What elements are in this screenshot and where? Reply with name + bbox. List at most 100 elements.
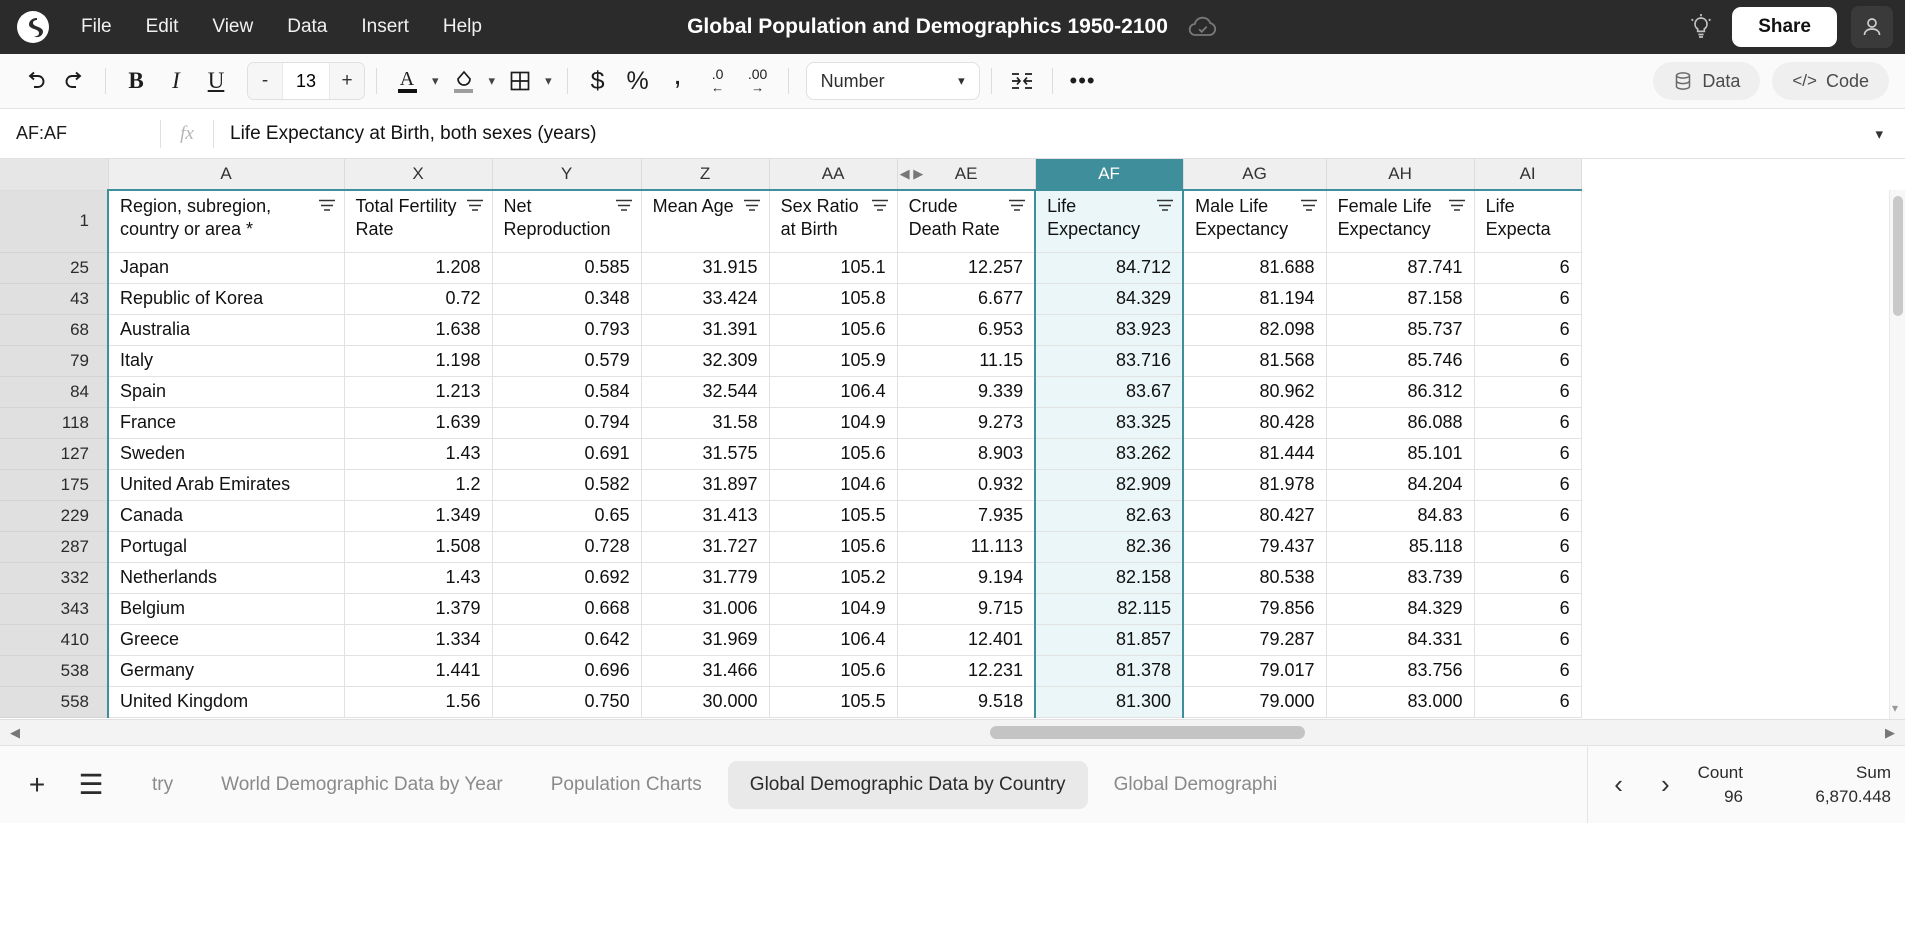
text-color-button[interactable]: A [388,62,426,100]
table-cell[interactable]: France [108,407,344,438]
table-cell[interactable]: 83.739 [1326,562,1474,593]
table-cell[interactable]: Canada [108,500,344,531]
filter-icon[interactable] [1008,199,1026,212]
column-header-A[interactable]: A [108,159,344,190]
table-cell[interactable]: 6 [1474,531,1581,562]
table-cell[interactable]: United Kingdom [108,686,344,717]
hamburger-menu-icon[interactable]: ☰ [68,762,114,808]
column-header-AE[interactable]: ◀ ▶ AE [897,159,1035,190]
column-title-female-life-expectancy[interactable]: Female Life Expectancy [1326,190,1474,252]
filter-icon[interactable] [615,199,633,212]
font-size-value[interactable]: 13 [282,63,330,99]
table-cell[interactable]: 79.000 [1183,686,1326,717]
increase-decimal-button[interactable]: .00 → [739,62,777,100]
font-size-increase-button[interactable]: + [330,63,364,99]
table-cell[interactable]: 81.300 [1035,686,1183,717]
table-cell[interactable]: 1.43 [344,438,492,469]
table-cell[interactable]: 84.83 [1326,500,1474,531]
percent-format-button[interactable]: % [619,62,657,100]
table-cell[interactable]: 0.348 [492,283,641,314]
column-title-male-life-expectancy[interactable]: Male Life Expectancy [1183,190,1326,252]
row-header[interactable]: 410 [0,624,108,655]
table-cell[interactable]: 31.915 [641,252,769,283]
chevron-left-icon[interactable]: ‹ [1604,763,1633,806]
table-cell[interactable]: 87.741 [1326,252,1474,283]
table-cell[interactable]: 0.750 [492,686,641,717]
column-header-AF[interactable]: AF [1035,159,1183,190]
chevron-down-icon[interactable]: ▾ [428,73,443,89]
table-cell[interactable]: 82.098 [1183,314,1326,345]
bold-button[interactable]: B [117,62,155,100]
row-header[interactable]: 538 [0,655,108,686]
table-cell[interactable]: 6 [1474,252,1581,283]
row-header[interactable]: 127 [0,438,108,469]
table-cell[interactable]: 31.391 [641,314,769,345]
share-button[interactable]: Share [1732,7,1837,47]
app-logo-icon[interactable] [16,10,50,44]
column-header-AH[interactable]: AH [1326,159,1474,190]
table-cell[interactable]: 105.1 [769,252,897,283]
table-cell[interactable]: 105.6 [769,438,897,469]
table-cell[interactable]: 0.794 [492,407,641,438]
underline-button[interactable]: U [197,62,235,100]
table-cell[interactable]: 1.56 [344,686,492,717]
table-cell[interactable]: 31.779 [641,562,769,593]
table-cell[interactable]: 6 [1474,469,1581,500]
row-header[interactable]: 118 [0,407,108,438]
table-cell[interactable]: 6 [1474,686,1581,717]
table-cell[interactable]: 1.43 [344,562,492,593]
menu-item-help[interactable]: Help [426,10,499,44]
table-cell[interactable]: 11.113 [897,531,1035,562]
table-cell[interactable]: 9.273 [897,407,1035,438]
filter-icon[interactable] [1448,199,1466,212]
table-cell[interactable]: Portugal [108,531,344,562]
decrease-decimal-button[interactable]: .0 ← [699,62,737,100]
row-header[interactable]: 68 [0,314,108,345]
column-title-region[interactable]: Region, subregion, country or area * [108,190,344,252]
row-header[interactable]: 287 [0,531,108,562]
table-cell[interactable]: 1.639 [344,407,492,438]
table-cell[interactable]: 80.427 [1183,500,1326,531]
table-cell[interactable]: 0.692 [492,562,641,593]
table-cell[interactable]: 31.413 [641,500,769,531]
table-cell[interactable]: 31.466 [641,655,769,686]
table-cell[interactable]: 6.953 [897,314,1035,345]
column-header-AA[interactable]: AA [769,159,897,190]
column-title-life-expectancy[interactable]: Life Expectancy [1035,190,1183,252]
table-cell[interactable]: 83.67 [1035,376,1183,407]
table-cell[interactable]: 85.118 [1326,531,1474,562]
table-cell[interactable]: 0.691 [492,438,641,469]
table-cell[interactable]: 81.194 [1183,283,1326,314]
table-cell[interactable]: 105.5 [769,500,897,531]
menu-item-insert[interactable]: Insert [344,10,426,44]
table-cell[interactable]: 0.642 [492,624,641,655]
plus-icon[interactable]: + [14,762,60,808]
menu-item-edit[interactable]: Edit [129,10,196,44]
table-cell[interactable]: 82.36 [1035,531,1183,562]
table-cell[interactable]: 86.312 [1326,376,1474,407]
sheet-tab-0[interactable]: try [130,761,195,809]
table-cell[interactable]: 106.4 [769,376,897,407]
table-cell[interactable]: 105.8 [769,283,897,314]
chevron-down-icon[interactable]: ▾ [541,73,556,89]
table-cell[interactable]: 84.204 [1326,469,1474,500]
column-title-sex-ratio[interactable]: Sex Ratio at Birth [769,190,897,252]
row-header[interactable]: 1 [0,190,108,252]
table-cell[interactable]: 9.194 [897,562,1035,593]
table-cell[interactable]: Germany [108,655,344,686]
table-cell[interactable]: 82.158 [1035,562,1183,593]
table-cell[interactable]: 1.2 [344,469,492,500]
table-cell[interactable]: 6 [1474,376,1581,407]
table-cell[interactable]: 0.728 [492,531,641,562]
table-cell[interactable]: 31.575 [641,438,769,469]
column-header-Z[interactable]: Z [641,159,769,190]
table-cell[interactable]: 31.006 [641,593,769,624]
user-avatar-icon[interactable] [1851,6,1893,48]
table-cell[interactable]: Spain [108,376,344,407]
table-cell[interactable]: 81.688 [1183,252,1326,283]
table-cell[interactable]: 11.15 [897,345,1035,376]
table-cell[interactable]: Italy [108,345,344,376]
sheet-tab-2[interactable]: Population Charts [529,761,724,809]
fill-color-button[interactable] [445,62,483,100]
table-cell[interactable]: 80.962 [1183,376,1326,407]
